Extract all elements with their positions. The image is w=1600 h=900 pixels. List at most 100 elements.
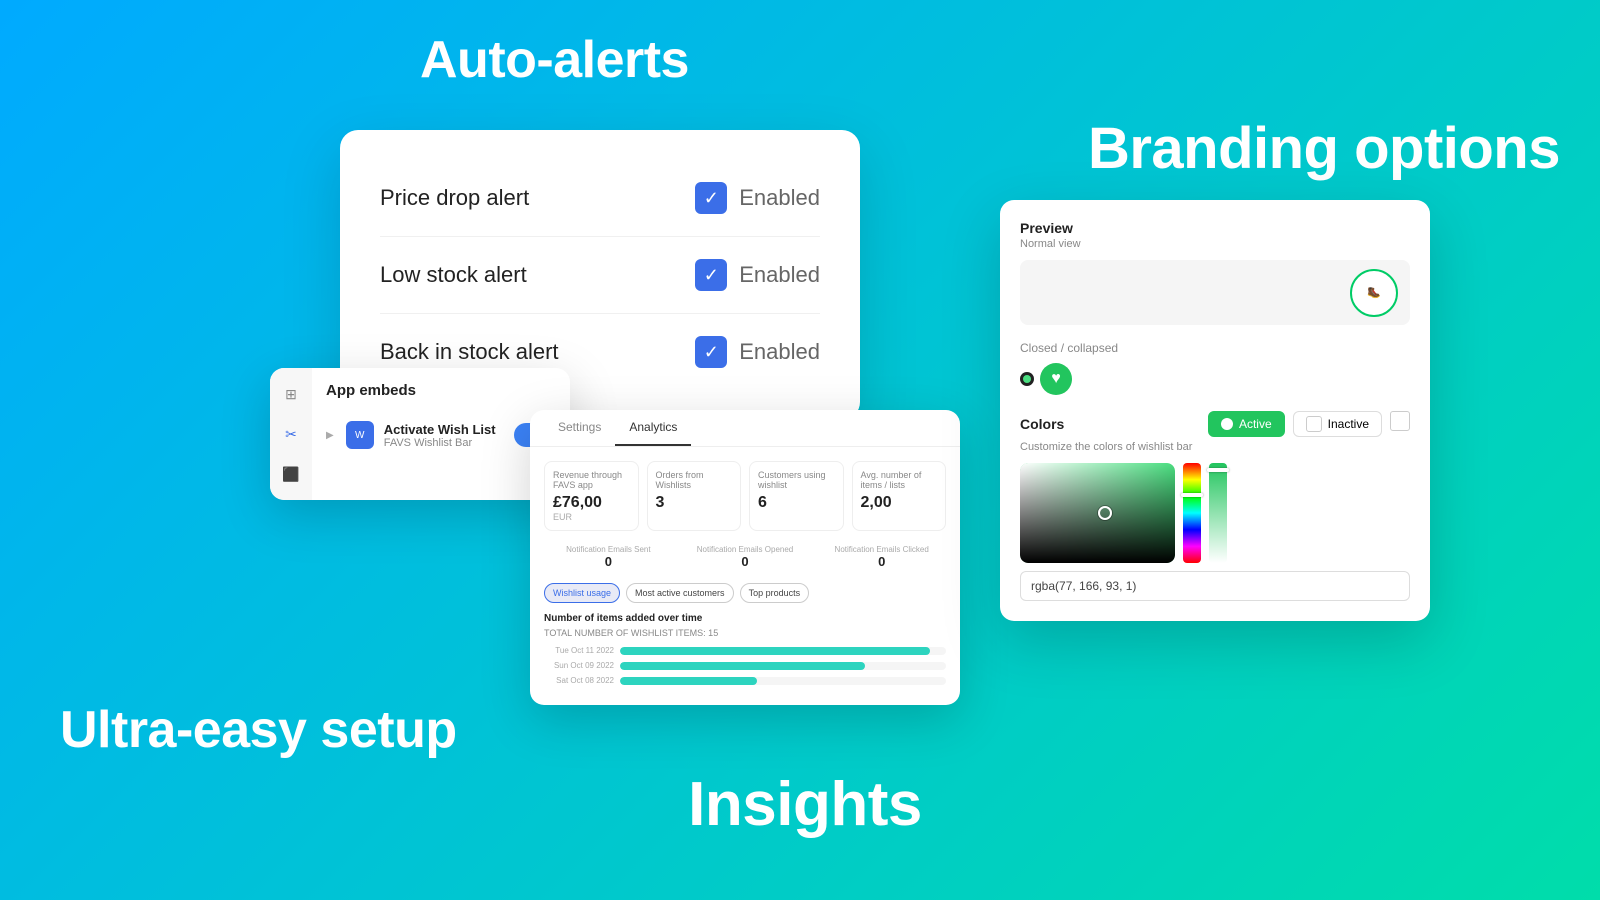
inactive-color-toggle[interactable]: Inactive bbox=[1293, 411, 1382, 437]
chart-bar-wrap bbox=[620, 647, 946, 655]
embed-info: ▶ W Activate Wish List FAVS Wishlist Bar bbox=[326, 421, 496, 449]
collapsed-label: Closed / collapsed bbox=[1020, 341, 1410, 355]
embed-sub: FAVS Wishlist Bar bbox=[384, 437, 496, 449]
alert-name: Back in stock alert bbox=[380, 339, 559, 365]
card-sidebar: ⊞ ✂ ⬛ bbox=[270, 368, 312, 500]
embed-text: Activate Wish List FAVS Wishlist Bar bbox=[384, 422, 496, 449]
color-toggle-group: Active Inactive bbox=[1208, 411, 1410, 437]
stat-label: Customers using wishlist bbox=[758, 470, 835, 490]
insights-label: Insights bbox=[580, 769, 1030, 840]
collapsed-section: Closed / collapsed ♥ bbox=[1020, 341, 1410, 395]
app-embeds-title: App embeds bbox=[326, 382, 556, 399]
gradient-picker-thumb[interactable] bbox=[1098, 506, 1112, 520]
rgba-input[interactable] bbox=[1020, 571, 1410, 601]
chart-subtitle: TOTAL NUMBER OF WISHLIST ITEMS: 15 bbox=[544, 628, 946, 638]
ultra-easy-setup-label: Ultra-easy setup bbox=[60, 700, 457, 760]
chart-row-3: Sat Oct 08 2022 bbox=[544, 676, 946, 685]
stat-customers: Customers using wishlist 6 bbox=[749, 461, 844, 531]
enabled-label: Enabled bbox=[739, 185, 820, 211]
stat-revenue: Revenue through FAVS app £76,00 EUR bbox=[544, 461, 639, 531]
preview-logo: 🥾 bbox=[1350, 269, 1398, 317]
active-toggle-label: Active bbox=[1239, 417, 1272, 431]
app-embeds-card: ⊞ ✂ ⬛ App embeds ▶ W Activate Wish List … bbox=[270, 368, 570, 500]
stat-value: 6 bbox=[758, 494, 835, 512]
stat-label: Orders from Wishlists bbox=[656, 470, 733, 490]
stat-value: 3 bbox=[656, 494, 733, 512]
alert-right: ✓ Enabled bbox=[695, 336, 820, 368]
chart-section: Number of items added over time TOTAL NU… bbox=[544, 613, 946, 685]
notif-clicked: Notification Emails Clicked 0 bbox=[817, 541, 946, 573]
tab-settings[interactable]: Settings bbox=[544, 410, 615, 446]
notif-value: 0 bbox=[821, 554, 942, 569]
colors-sub: Customize the colors of wishlist bar bbox=[1020, 441, 1410, 453]
alert-name: Price drop alert bbox=[380, 185, 529, 211]
notif-value: 0 bbox=[548, 554, 669, 569]
checkbox-enabled[interactable]: ✓ bbox=[695, 336, 727, 368]
preview-section: Preview Normal view 🥾 bbox=[1020, 220, 1410, 325]
color-swatch-empty[interactable] bbox=[1390, 411, 1410, 431]
auto-alerts-label: Auto-alerts bbox=[420, 30, 689, 90]
opacity-slider[interactable] bbox=[1209, 463, 1227, 563]
checkbox-enabled[interactable]: ✓ bbox=[695, 259, 727, 291]
chart-date: Sat Oct 08 2022 bbox=[544, 676, 614, 685]
chart-bar-wrap bbox=[620, 677, 946, 685]
analytics-card: Settings Analytics Revenue through FAVS … bbox=[530, 410, 960, 705]
alert-name: Low stock alert bbox=[380, 262, 527, 288]
toggle-dot bbox=[1221, 418, 1233, 430]
chart-bar bbox=[620, 647, 930, 655]
chart-row-1: Tue Oct 11 2022 bbox=[544, 646, 946, 655]
branding-options-label: Branding options bbox=[1088, 115, 1560, 182]
chart-bar bbox=[620, 662, 865, 670]
color-gradient-picker[interactable] bbox=[1020, 463, 1175, 563]
stats-row-1: Revenue through FAVS app £76,00 EUR Orde… bbox=[544, 461, 946, 531]
inactive-toggle-box bbox=[1306, 416, 1322, 432]
colors-header: Colors Active Inactive bbox=[1020, 411, 1410, 437]
preview-sub: Normal view bbox=[1020, 238, 1410, 250]
inactive-toggle-label: Inactive bbox=[1328, 417, 1369, 431]
stat-label: Revenue through FAVS app bbox=[553, 470, 630, 490]
enabled-label: Enabled bbox=[739, 339, 820, 365]
analytics-body: Revenue through FAVS app £76,00 EUR Orde… bbox=[530, 447, 960, 705]
stat-value: 2,00 bbox=[861, 494, 938, 512]
embed-name: Activate Wish List bbox=[384, 422, 496, 437]
wishlist-tag-products[interactable]: Top products bbox=[740, 583, 810, 603]
opacity-thumb bbox=[1207, 468, 1229, 472]
analytics-tabs: Settings Analytics bbox=[530, 410, 960, 447]
enabled-label: Enabled bbox=[739, 262, 820, 288]
chart-date: Sun Oct 09 2022 bbox=[544, 661, 614, 670]
dot-inner bbox=[1023, 375, 1031, 383]
checkbox-enabled[interactable]: ✓ bbox=[695, 182, 727, 214]
stat-avg: Avg. number of items / lists 2,00 bbox=[852, 461, 947, 531]
wishlist-tag-usage[interactable]: Wishlist usage bbox=[544, 583, 620, 603]
alert-right: ✓ Enabled bbox=[695, 259, 820, 291]
expand-icon: ▶ bbox=[326, 430, 334, 441]
embed-app-icon: W bbox=[346, 421, 374, 449]
chart-title: Number of items added over time bbox=[544, 613, 946, 624]
stat-orders: Orders from Wishlists 3 bbox=[647, 461, 742, 531]
wishlist-tag-customers[interactable]: Most active customers bbox=[626, 583, 734, 603]
active-color-toggle[interactable]: Active bbox=[1208, 411, 1285, 437]
heart-icon: ♥ bbox=[1040, 363, 1072, 395]
chart-date: Tue Oct 11 2022 bbox=[544, 646, 614, 655]
hue-thumb bbox=[1181, 493, 1203, 497]
notif-opened: Notification Emails Opened 0 bbox=[681, 541, 810, 573]
notif-value: 0 bbox=[685, 554, 806, 569]
chart-bar bbox=[620, 677, 757, 685]
puzzle-icon: ✂ bbox=[279, 422, 303, 446]
preview-bar: 🥾 bbox=[1020, 260, 1410, 325]
tab-analytics[interactable]: Analytics bbox=[615, 410, 691, 446]
notif-row: Notification Emails Sent 0 Notification … bbox=[544, 541, 946, 573]
hue-slider[interactable] bbox=[1183, 463, 1201, 563]
alert-right: ✓ Enabled bbox=[695, 182, 820, 214]
stat-label: Avg. number of items / lists bbox=[861, 470, 938, 490]
branding-card: Preview Normal view 🥾 Closed / collapsed… bbox=[1000, 200, 1430, 621]
grid-icon: ⊞ bbox=[279, 382, 303, 406]
notif-sent: Notification Emails Sent 0 bbox=[544, 541, 673, 573]
alert-row: Price drop alert ✓ Enabled bbox=[380, 160, 820, 237]
apps-icon: ⬛ bbox=[279, 462, 303, 486]
alert-row: Low stock alert ✓ Enabled bbox=[380, 237, 820, 314]
dot-icon bbox=[1020, 372, 1034, 386]
collapsed-indicator: ♥ bbox=[1020, 363, 1410, 395]
notif-label: Notification Emails Clicked bbox=[821, 545, 942, 554]
colors-section: Colors Active Inactive Customize the col… bbox=[1020, 411, 1410, 601]
